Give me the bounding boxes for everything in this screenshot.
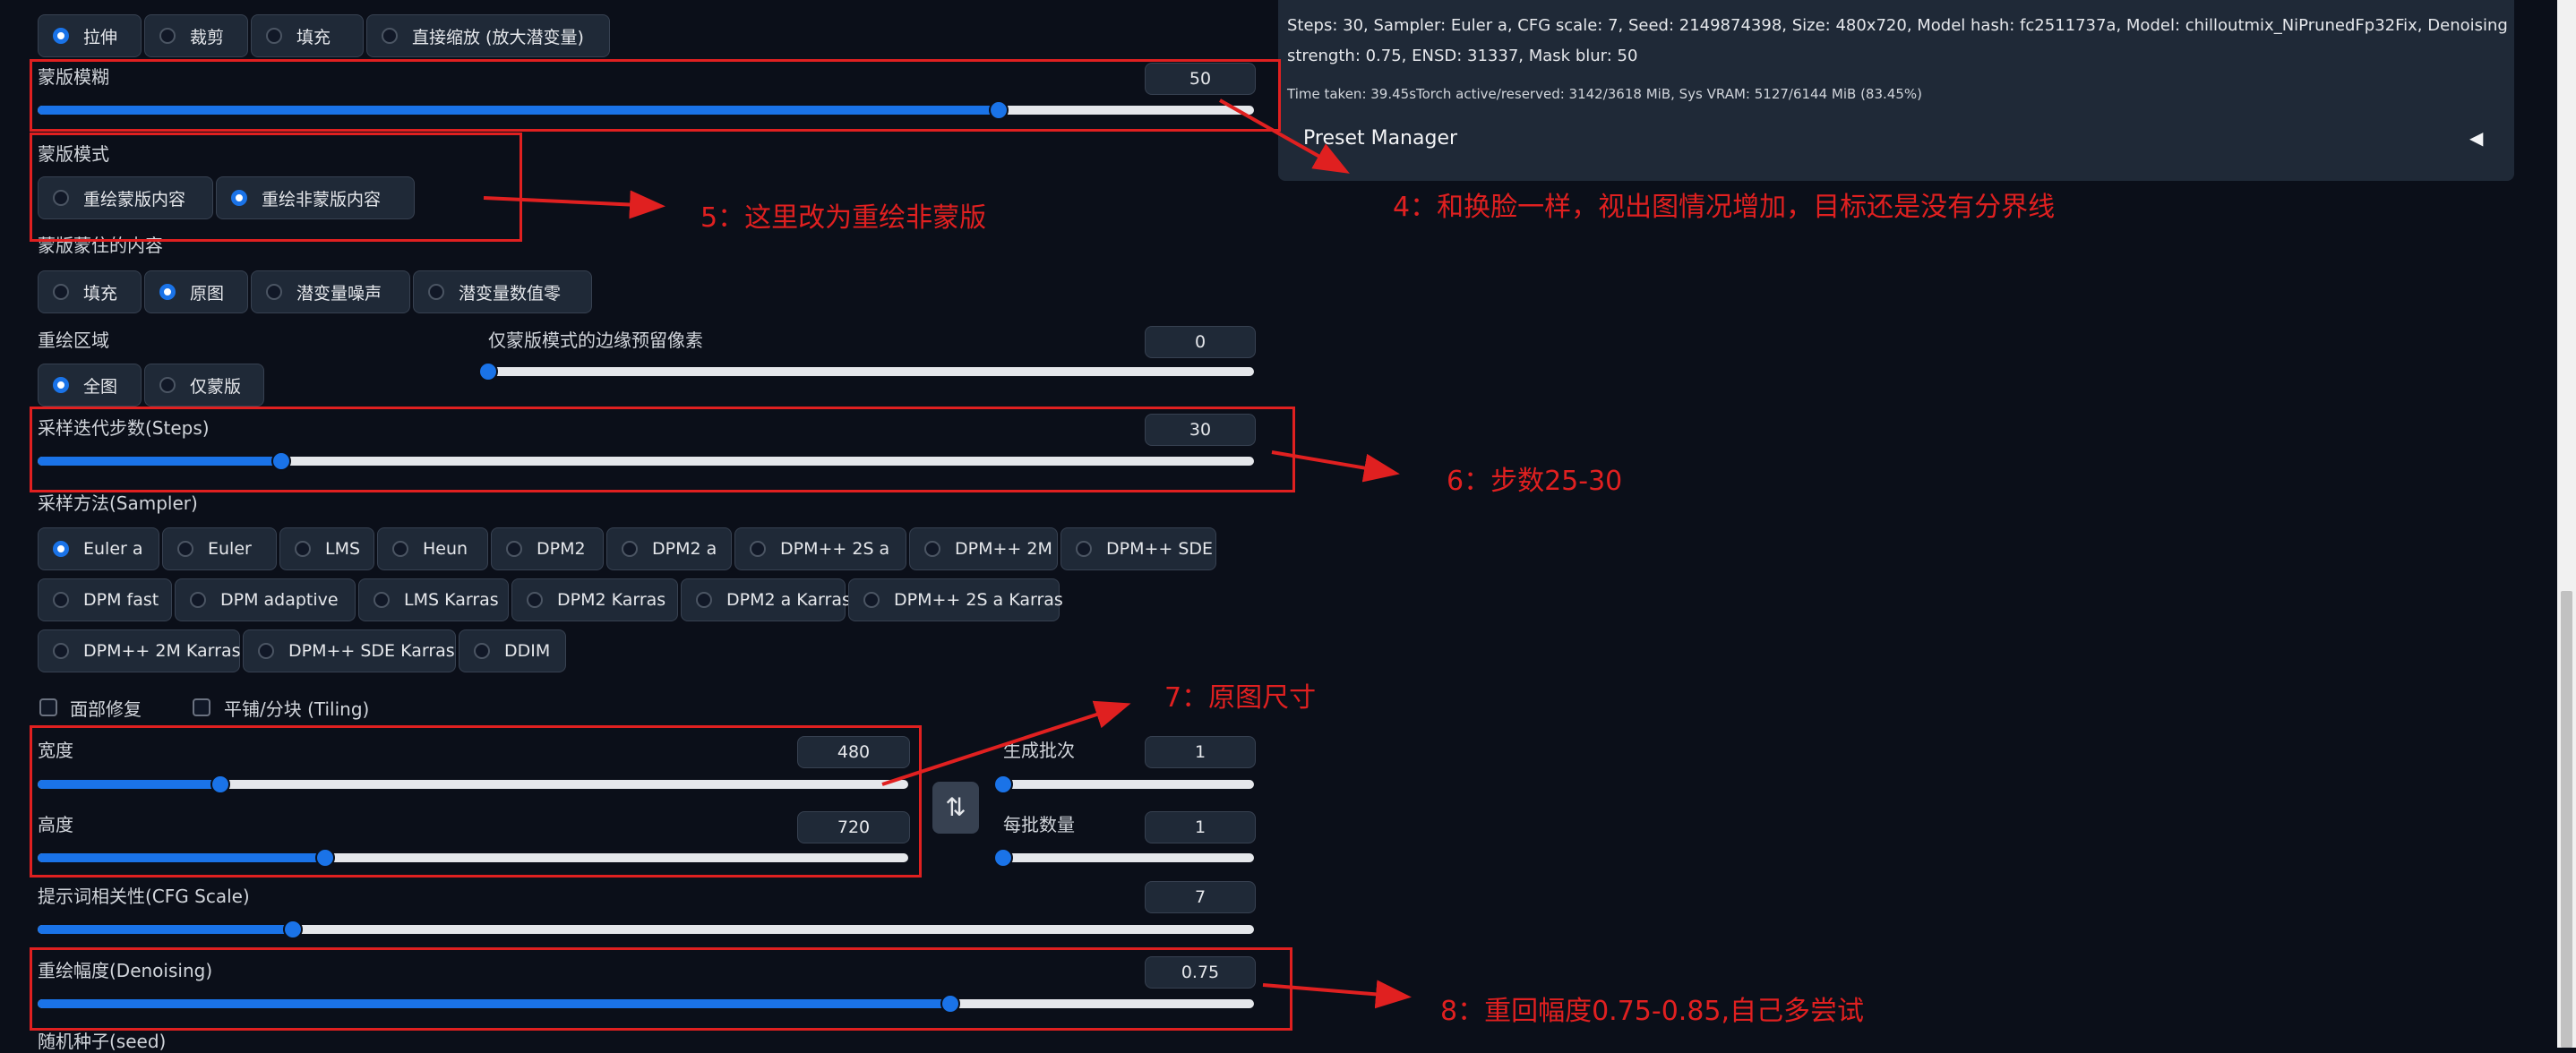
annotation-4: 4：和换脸一样，视出图情况增加，目标还是没有分界线 [1393,192,2056,223]
page-scrollbar[interactable] [2557,0,2576,1048]
annotation-arrows [483,98,1412,1009]
annotation-7: 7：原图尺寸 [1164,682,1317,714]
annotation-6: 6：步数25-30 [1447,466,1623,497]
arrow-7 [881,700,1131,786]
scrollbar-thumb[interactable] [2561,591,2572,1048]
annotation-5: 5：这里改为重绘非蒙版 [700,202,987,234]
arrow-5 [483,190,665,219]
annotation-8: 8：重回幅度0.75-0.85,自己多尝试 [1440,996,1865,1027]
arrow-4 [1219,98,1350,174]
arrow-8 [1262,980,1412,1009]
arrow-6 [1271,450,1400,483]
